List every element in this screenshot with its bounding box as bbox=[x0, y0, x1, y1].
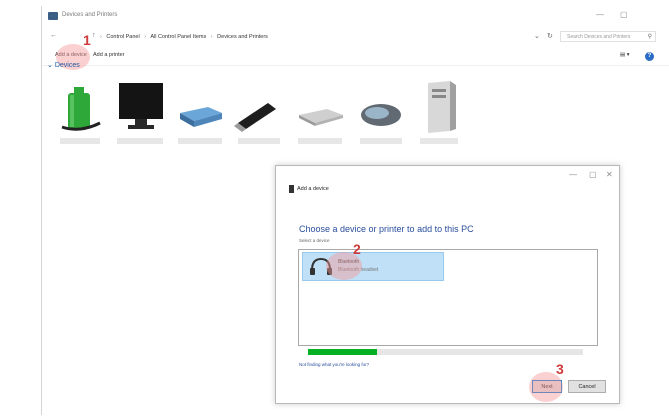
minimize-button[interactable]: — bbox=[596, 10, 604, 19]
dialog-title: Add a device bbox=[297, 186, 329, 192]
device-label-placeholder bbox=[60, 138, 100, 144]
chevron-down-icon[interactable]: ⌄ bbox=[534, 32, 540, 40]
dialog-maximize-button[interactable]: ▢ bbox=[589, 170, 597, 179]
devices-section-label: Devices bbox=[54, 62, 80, 69]
dialog-close-icon[interactable]: ✕ bbox=[606, 170, 613, 179]
progress-fill bbox=[308, 349, 377, 355]
breadcrumb-all-items[interactable]: All Control Panel Items bbox=[150, 34, 206, 40]
address-bar: ← ↑ › Control Panel › All Control Panel … bbox=[42, 29, 669, 45]
dialog-minimize-button[interactable]: — bbox=[569, 170, 577, 179]
not-finding-link[interactable]: Not finding what you're looking for? bbox=[299, 362, 369, 367]
device-label-placeholder bbox=[178, 138, 222, 144]
add-device-dialog: — ▢ ✕ Add a device Choose a device or pr… bbox=[275, 165, 620, 404]
breadcrumb-control-panel[interactable]: Control Panel bbox=[106, 34, 139, 40]
view-options-icon[interactable]: ▤ ▾ bbox=[620, 52, 630, 58]
breadcrumb-separator-icon: › bbox=[144, 34, 147, 40]
breadcrumb-devices-printers[interactable]: Devices and Printers bbox=[217, 34, 268, 40]
external-drive-icon[interactable] bbox=[178, 79, 224, 135]
device-list-item[interactable]: Bluetooth Bluetooth headset bbox=[302, 252, 444, 281]
step-marker-1: 1 bbox=[83, 32, 91, 48]
mouse-icon[interactable] bbox=[357, 79, 405, 135]
search-progress-bar bbox=[308, 349, 583, 355]
devices-printers-icon bbox=[48, 12, 58, 20]
refresh-icon[interactable]: ↻ bbox=[547, 32, 553, 40]
add-device-icon bbox=[289, 185, 294, 193]
toolbar: Add a device Add a printer ▤ ▾ ? bbox=[42, 49, 669, 66]
title-bar: Devices and Printers — ▢ bbox=[42, 6, 669, 28]
devices-section-header[interactable]: ⌄ Devices bbox=[47, 61, 80, 69]
keyboard-icon[interactable] bbox=[297, 79, 345, 135]
breadcrumb-separator-icon: › bbox=[100, 34, 102, 40]
search-icon: ⚲ bbox=[647, 34, 652, 40]
device-label-placeholder bbox=[298, 138, 342, 144]
device-label-placeholder bbox=[117, 138, 163, 144]
maximize-button[interactable]: ▢ bbox=[620, 10, 628, 19]
cancel-button[interactable]: Cancel bbox=[568, 380, 606, 393]
pc-tower-icon[interactable] bbox=[420, 79, 460, 135]
usb-drive-icon[interactable] bbox=[234, 79, 280, 135]
back-arrow-icon[interactable]: ← bbox=[50, 32, 57, 39]
search-placeholder: Search Devices and Printers bbox=[567, 34, 631, 40]
add-printer-button[interactable]: Add a printer bbox=[93, 52, 125, 58]
monitor-icon[interactable] bbox=[117, 79, 167, 135]
device-label-placeholder bbox=[238, 138, 280, 144]
search-input[interactable]: Search Devices and Printers ⚲ bbox=[560, 31, 656, 42]
step-marker-2: 2 bbox=[353, 241, 361, 257]
help-icon[interactable]: ? bbox=[645, 52, 654, 61]
device-label-placeholder bbox=[360, 138, 402, 144]
dialog-subheading: Select a device bbox=[299, 238, 330, 243]
step-marker-3: 3 bbox=[556, 361, 564, 377]
collapse-icon: ⌄ bbox=[47, 62, 55, 69]
device-label-placeholder bbox=[420, 138, 458, 144]
window-title: Devices and Printers bbox=[62, 12, 118, 18]
battery-icon[interactable] bbox=[60, 79, 104, 135]
breadcrumb-separator-icon: › bbox=[210, 34, 213, 40]
up-arrow-icon[interactable]: ↑ bbox=[92, 32, 96, 39]
breadcrumb: › Control Panel › All Control Panel Item… bbox=[97, 34, 268, 40]
dialog-heading: Choose a device or printer to add to thi… bbox=[299, 224, 474, 234]
